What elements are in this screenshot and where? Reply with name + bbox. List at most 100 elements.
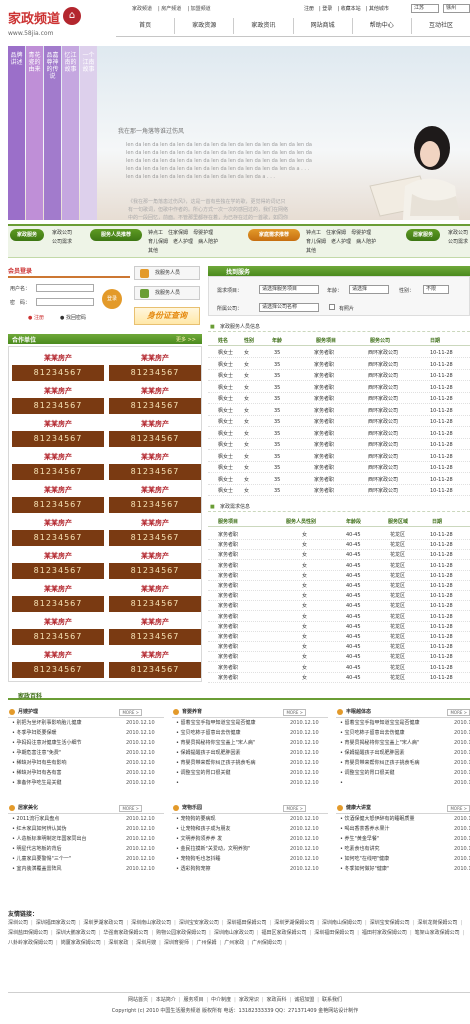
friend-link[interactable]: 广州保姆公司 xyxy=(252,940,282,946)
partner-card[interactable]: 某某房产 81234567 xyxy=(109,549,201,579)
table-row[interactable]: 家务者职 女 40-45 花龙区 10-11-28 xyxy=(208,673,470,683)
svc3-live-in[interactable]: 住家保姆 xyxy=(326,230,346,236)
more-button[interactable]: MORE > xyxy=(447,709,470,716)
news-item[interactable]: • 吃素食也有讲究 2010.12.10 xyxy=(336,844,470,854)
table-row[interactable]: 枫女士 女 35 家务者职 西环家政公司 10-11-28 xyxy=(208,475,470,485)
table-row[interactable]: 家务者职 女 40-45 花龙区 10-11-28 xyxy=(208,642,470,653)
login-link[interactable]: 登录 xyxy=(322,6,332,12)
nav-mall[interactable]: 网站商城 xyxy=(294,18,353,34)
news-item[interactable]: • 调整宝宝的胃口很关键 2010.12.10 xyxy=(336,768,470,778)
friend-link[interactable]: 深圳宝安保姆公司 xyxy=(370,920,410,926)
news-item[interactable]: • 宠物狗的要病现 2010.12.10 xyxy=(172,814,328,824)
svc3-childcare[interactable]: 育儿保姆 xyxy=(306,239,326,245)
table-row[interactable]: 家务者职 女 40-45 花龙区 10-11-28 xyxy=(208,612,470,622)
friend-link[interactable]: 深圳福田保姆公司 xyxy=(227,920,267,926)
news-item[interactable]: • 明星代言地板的背后 2010.12.10 xyxy=(8,844,164,854)
friend-link[interactable]: 深圳大鹏家政公司 xyxy=(56,930,96,936)
partner-card[interactable]: 某某房产 81234567 xyxy=(109,351,201,381)
more-button[interactable]: MORE > xyxy=(283,805,306,812)
svc3-patient[interactable]: 病人陪护 xyxy=(356,239,376,245)
province-select[interactable]: 江苏 xyxy=(411,4,439,13)
friend-link[interactable]: 深圳育婴师 xyxy=(164,940,189,946)
friend-link[interactable]: 广州保姆 xyxy=(197,940,217,946)
friend-link[interactable]: 深圳罗湖保姆公司 xyxy=(274,920,314,926)
partner-card[interactable]: 某某房产 81234567 xyxy=(12,384,104,414)
news-item[interactable]: • 饮酒保健大怒伊醉有的睡眠质量 2010.12.10 xyxy=(336,814,470,824)
svc-maternity[interactable]: 母婴护理 xyxy=(193,230,213,236)
banner-tab-2[interactable]: 青花瓷的由来 xyxy=(26,46,43,220)
news-item[interactable]: • 如何吃"在线吧"健康 2010.12.10 xyxy=(336,854,470,864)
friend-link[interactable]: 深圳南山家政公司 xyxy=(131,920,171,926)
favorite-link[interactable]: 收藏本站 xyxy=(341,6,361,12)
panel-title[interactable]: 月嫂护理 xyxy=(8,708,38,716)
partner-card[interactable]: 某某房产 81234567 xyxy=(109,450,201,480)
city-select[interactable]: 徐州 xyxy=(443,4,470,13)
news-item[interactable]: • 2010.12.10 xyxy=(336,778,470,788)
friend-link[interactable]: 深圳南山家政公司 xyxy=(214,930,254,936)
partner-card[interactable]: 某某房产 81234567 xyxy=(12,615,104,645)
friend-link[interactable]: 深圳福田保姆公司 xyxy=(314,930,354,936)
footer-link[interactable]: 家政常识 xyxy=(239,997,259,1003)
photo-checkbox[interactable] xyxy=(329,304,335,310)
table-row[interactable]: 家务者职 女 40-45 花龙区 10-11-28 xyxy=(208,622,470,632)
table-row[interactable]: 枫女士 女 35 家务者职 西环家政公司 10-11-28 xyxy=(208,429,470,439)
friend-link[interactable]: 华强南家政保姆公司 xyxy=(103,930,148,936)
partner-card[interactable]: 某某房产 81234567 xyxy=(109,384,201,414)
news-item[interactable]: • 冬季如何做好"健康" 2010.12.10 xyxy=(336,864,470,874)
nav-resources[interactable]: 家政资源 xyxy=(175,18,235,34)
partner-more[interactable]: 更多 >> xyxy=(176,336,196,343)
banner-tab-3[interactable]: 品嘉尊神的传说 xyxy=(44,46,61,220)
partner-card[interactable]: 某某房产 81234567 xyxy=(12,351,104,381)
site-logo[interactable]: 家政频道 xyxy=(8,8,60,27)
svc-hourly[interactable]: 钟点工 xyxy=(148,230,163,236)
table-row[interactable]: 枫女士 女 35 家务者职 西环家政公司 10-11-28 xyxy=(208,348,470,358)
panel-title[interactable]: 丰眠越体态 xyxy=(336,708,371,716)
friend-link[interactable]: 岗厦家政保姆公司 xyxy=(61,940,101,946)
table-row[interactable]: 枫女士 女 35 家务者职 西环家政公司 10-11-28 xyxy=(208,360,470,370)
partner-card[interactable]: 某某房产 81234567 xyxy=(12,483,104,513)
login-button[interactable]: 登录 xyxy=(102,289,122,309)
svc-live-in[interactable]: 住家保姆 xyxy=(168,230,188,236)
partner-card[interactable]: 某某房产 81234567 xyxy=(12,648,104,678)
table-row[interactable]: 家务者职 女 40-45 花龙区 10-11-28 xyxy=(208,540,470,551)
news-item[interactable]: • 宠物狗毛也怎抖睡 2010.12.10 xyxy=(172,854,328,864)
friend-link[interactable]: 深圳盐田保姆公司 xyxy=(8,930,48,936)
table-row[interactable]: 枫女士 女 35 家务者职 西环家政公司 10-11-28 xyxy=(208,394,470,404)
news-item[interactable]: • 2010.12.10 xyxy=(172,778,328,788)
footer-link[interactable]: 联系我们 xyxy=(322,997,342,1003)
friend-link[interactable]: 深圳南山保姆公司 xyxy=(322,920,362,926)
table-row[interactable]: 枫女士 女 35 家务者职 西环家政公司 10-11-28 xyxy=(208,486,470,496)
news-item[interactable]: • 金民拉摸新"关爱动，文明养狗" 2010.12.10 xyxy=(172,844,328,854)
partner-card[interactable]: 某某房产 81234567 xyxy=(109,648,201,678)
badge-demand-recommend[interactable]: 家庭需求推荐 xyxy=(248,229,300,241)
friend-link[interactable]: 深圳月嫂 xyxy=(136,940,156,946)
banner-tab-4[interactable]: 忆江南的故事 xyxy=(62,46,79,220)
news-item[interactable]: • 红木家具如何辨认其伪 2010.12.10 xyxy=(8,824,164,834)
news-item[interactable]: • 准备怀孕吃生是关键 2010.12.10 xyxy=(8,778,164,788)
table-row[interactable]: 家务者职 女 40-45 花龙区 10-11-28 xyxy=(208,663,470,673)
svc3-other[interactable]: 其他 xyxy=(306,248,316,254)
table-row[interactable]: 家务者职 女 40-45 花龙区 10-11-28 xyxy=(208,632,470,642)
other-cities-link[interactable]: 其他城市 xyxy=(369,6,389,12)
username-input[interactable] xyxy=(36,284,94,292)
news-item[interactable]: • 让宠物和孩子成为朋友 2010.12.10 xyxy=(172,824,328,834)
footer-link[interactable]: 诚招加盟 xyxy=(294,997,314,1003)
news-item[interactable]: • 宝贝吃柿子留意出去伤健康 2010.12.10 xyxy=(172,728,328,738)
partner-card[interactable]: 某某房产 81234567 xyxy=(12,549,104,579)
news-item[interactable]: • 留着宝宝手指甲知道宝宝是否健康 2010.12.10 xyxy=(336,718,470,728)
news-item[interactable]: • 留着宝宝手指甲知道宝宝是否健康 2010.12.10 xyxy=(172,718,328,728)
partner-card[interactable]: 某某房产 81234567 xyxy=(12,582,104,612)
partner-card[interactable]: 某某房产 81234567 xyxy=(109,582,201,612)
banner-tab-1[interactable]: 品牌讲述 xyxy=(8,46,25,220)
friend-link[interactable]: 深圳罗湖家政公司 xyxy=(83,920,123,926)
footer-link[interactable]: 网站首页 xyxy=(128,997,148,1003)
nav-home[interactable]: 首页 xyxy=(116,18,176,34)
company-select[interactable]: 请选择公司名称 xyxy=(259,303,319,312)
svc4-demand[interactable]: 公司需求 xyxy=(448,238,470,247)
news-item[interactable]: • 调整宝宝的胃口很关键 2010.12.10 xyxy=(172,768,328,778)
panel-title[interactable]: 健康大讲堂 xyxy=(336,804,371,812)
table-row[interactable]: 枫女士 女 35 家务者职 西环家政公司 10-11-28 xyxy=(208,406,470,416)
svc3-maternity[interactable]: 母婴护理 xyxy=(351,230,371,236)
footer-link[interactable]: 家政百科 xyxy=(267,997,287,1003)
id-query-button[interactable]: 身份证查询 xyxy=(134,307,200,325)
